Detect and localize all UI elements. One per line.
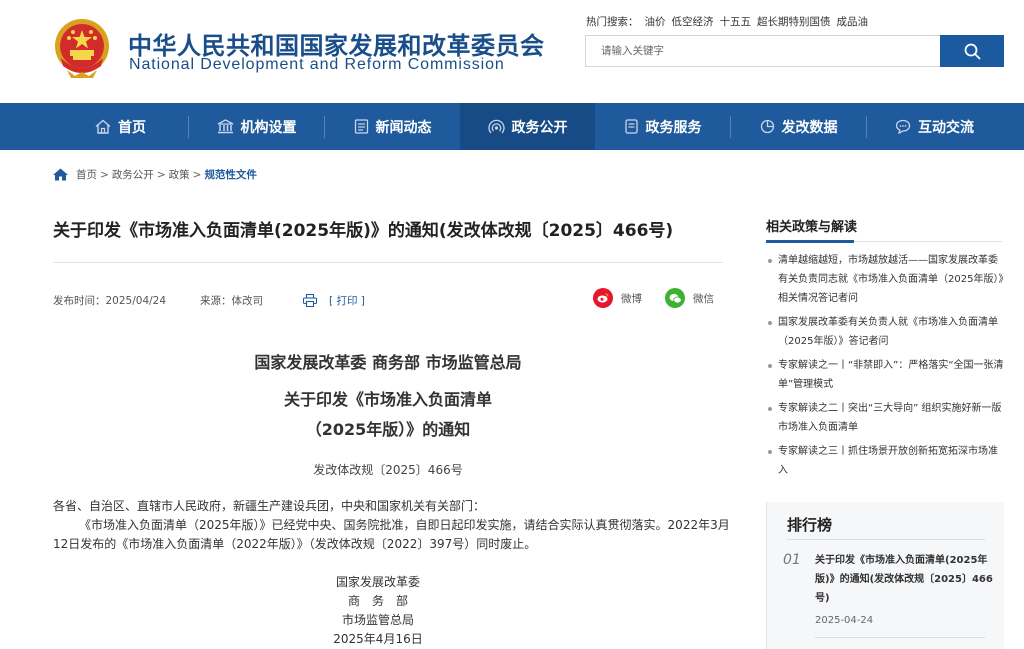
nav-item-data[interactable]: 发改数据 bbox=[731, 103, 866, 150]
search-icon bbox=[964, 43, 981, 60]
search-input[interactable] bbox=[585, 35, 941, 67]
site-header: 中华人民共和国国家发展和改革委员会 National Development a… bbox=[0, 0, 1024, 103]
rank-number: 01 bbox=[783, 552, 801, 568]
search-button[interactable] bbox=[940, 35, 1004, 67]
main-nav: 首页 机构设置 新闻动态 政务公开 政务服务 发改数据 互动交流 bbox=[0, 103, 1024, 150]
nav-item-services[interactable]: 政务服务 bbox=[595, 103, 730, 150]
hot-term[interactable]: 油价 bbox=[645, 16, 666, 28]
news-icon bbox=[354, 119, 369, 134]
article-title: 关于印发《市场准入负面清单(2025年版)》的通知(发改体改规〔2025〕466… bbox=[53, 221, 674, 241]
nav-item-label: 发改数据 bbox=[781, 119, 838, 136]
article-meta: 发布时间： 2025/04/24 来源： 体改司 [ 打印 ] bbox=[53, 293, 365, 308]
national-emblem-logo[interactable] bbox=[53, 18, 111, 80]
breadcrumb-current[interactable]: 规范性文件 bbox=[204, 167, 257, 182]
document-body: 《市场准入负面清单（2025年版）》已经党中央、国务院批准，自即日起印发实施，请… bbox=[53, 518, 730, 551]
nav-item-label: 政务服务 bbox=[645, 119, 702, 136]
nav-item-home[interactable]: 首页 bbox=[53, 103, 188, 150]
breadcrumb-government-affairs[interactable]: 政务公开 bbox=[112, 167, 154, 182]
share-weibo-label: 微博 bbox=[621, 292, 642, 305]
share-weibo-button[interactable]: 微博 bbox=[593, 288, 642, 308]
breadcrumb-policy[interactable]: 政策 bbox=[169, 167, 190, 182]
signature-samr: 市场监管总局 bbox=[341, 613, 414, 627]
source-value: 体改司 bbox=[231, 295, 264, 307]
signature-mofcom: 商 务 部 bbox=[347, 594, 408, 608]
related-policy-link[interactable]: 清单越缩越短，市场越放越活——国家发展改革委有关负责同志就《市场准入负面清单（2… bbox=[766, 251, 1004, 308]
signature-date: 2025年4月16日 bbox=[333, 632, 423, 646]
breadcrumb-separator: > bbox=[100, 168, 109, 181]
print-label: [ 打印 ] bbox=[329, 295, 365, 307]
nav-item-organization[interactable]: 机构设置 bbox=[189, 103, 324, 150]
home-icon[interactable] bbox=[53, 168, 68, 181]
pie-chart-icon bbox=[760, 119, 775, 134]
document-number: 发改体改规〔2025〕466号 bbox=[313, 463, 463, 477]
divider bbox=[815, 637, 985, 638]
site-title-en: National Development and Reform Commissi… bbox=[129, 56, 505, 73]
building-icon bbox=[217, 119, 234, 134]
nav-item-label: 新闻动态 bbox=[375, 119, 432, 136]
breadcrumb-separator: > bbox=[192, 168, 202, 181]
breadcrumb-separator: > bbox=[156, 168, 166, 181]
nav-item-government-affairs[interactable]: 政务公开 bbox=[460, 103, 595, 150]
hot-term[interactable]: 十五五 bbox=[720, 16, 752, 28]
wechat-icon bbox=[665, 288, 685, 308]
publish-label: 发布时间： bbox=[53, 295, 106, 307]
breadcrumb-home[interactable]: 首页 bbox=[76, 167, 97, 182]
breadcrumb: 首页 > 政务公开 > 政策 > 规范性文件 bbox=[53, 167, 257, 182]
hot-term[interactable]: 成品油 bbox=[837, 16, 869, 28]
related-policy-link[interactable]: 专家解读之三丨抓住场景开放创新拓宽拓深市场准入 bbox=[766, 442, 1004, 480]
nav-item-label: 政务公开 bbox=[511, 119, 568, 136]
source-label: 来源： bbox=[200, 295, 232, 307]
document-title-line-1: 关于印发《市场准入负面清单 bbox=[283, 390, 492, 409]
signature-ndrc: 国家发展改革委 bbox=[335, 575, 420, 589]
nav-item-label: 互动交流 bbox=[918, 119, 974, 136]
document-issuers: 国家发展改革委 商务部 市场监管总局 bbox=[254, 353, 522, 372]
document-recipients: 各省、自治区、直辖市人民政府，新疆生产建设兵团，中央和国家机关有关部门： bbox=[53, 499, 486, 513]
related-policies-heading: 相关政策与解读 bbox=[766, 220, 858, 235]
broadcast-icon bbox=[487, 119, 505, 134]
ranking-panel: 排行榜 01 关于印发《市场准入负面清单(2025年版)》的通知(发改体改规〔2… bbox=[766, 502, 1004, 649]
hot-term[interactable]: 超长期特别国债 bbox=[757, 16, 831, 28]
nav-item-interaction[interactable]: 互动交流 bbox=[867, 103, 1002, 150]
related-policy-link[interactable]: 专家解读之一丨“非禁即入”：严格落实“全国一张清单”管理模式 bbox=[766, 356, 1004, 394]
print-button[interactable]: [ 打印 ] bbox=[303, 293, 365, 308]
nav-item-label: 机构设置 bbox=[240, 119, 297, 136]
home-icon bbox=[95, 119, 111, 134]
rank-item-date: 2025-04-24 bbox=[815, 615, 874, 626]
divider bbox=[53, 262, 723, 263]
hot-search-label: 热门搜索： bbox=[586, 16, 639, 28]
share-wechat-label: 微信 bbox=[693, 292, 714, 305]
service-icon bbox=[624, 119, 639, 134]
related-policy-link[interactable]: 专家解读之二丨突出“三大导向” 组织实施好新一版市场准入负面清单 bbox=[766, 399, 1004, 437]
rank-item-link[interactable]: 关于印发《市场准入负面清单(2025年版)》的通知(发改体改规〔2025〕466… bbox=[815, 551, 993, 608]
related-policies-list: 清单越缩越短，市场越放越活——国家发展改革委有关负责同志就《市场准入负面清单（2… bbox=[766, 251, 1004, 485]
hot-search: 热门搜索： 油价 低空经济 十五五 超长期特别国债 成品油 bbox=[586, 14, 868, 29]
share-wechat-button[interactable]: 微信 bbox=[665, 288, 714, 308]
related-policy-link[interactable]: 国家发展改革委有关负责人就《市场准入负面清单（2025年版）》答记者问 bbox=[766, 313, 1004, 351]
printer-icon bbox=[303, 294, 323, 307]
hot-term[interactable]: 低空经济 bbox=[672, 16, 714, 28]
heading-underline bbox=[766, 240, 854, 243]
chat-icon bbox=[895, 119, 911, 134]
ranking-heading: 排行榜 bbox=[787, 516, 833, 534]
publish-date: 2025/04/24 bbox=[105, 294, 167, 307]
nav-item-news[interactable]: 新闻动态 bbox=[325, 103, 460, 150]
nav-item-label: 首页 bbox=[118, 119, 146, 136]
document-title-line-2: （2025年版）》的通知 bbox=[305, 420, 471, 439]
weibo-icon bbox=[593, 288, 613, 308]
divider bbox=[787, 539, 985, 540]
